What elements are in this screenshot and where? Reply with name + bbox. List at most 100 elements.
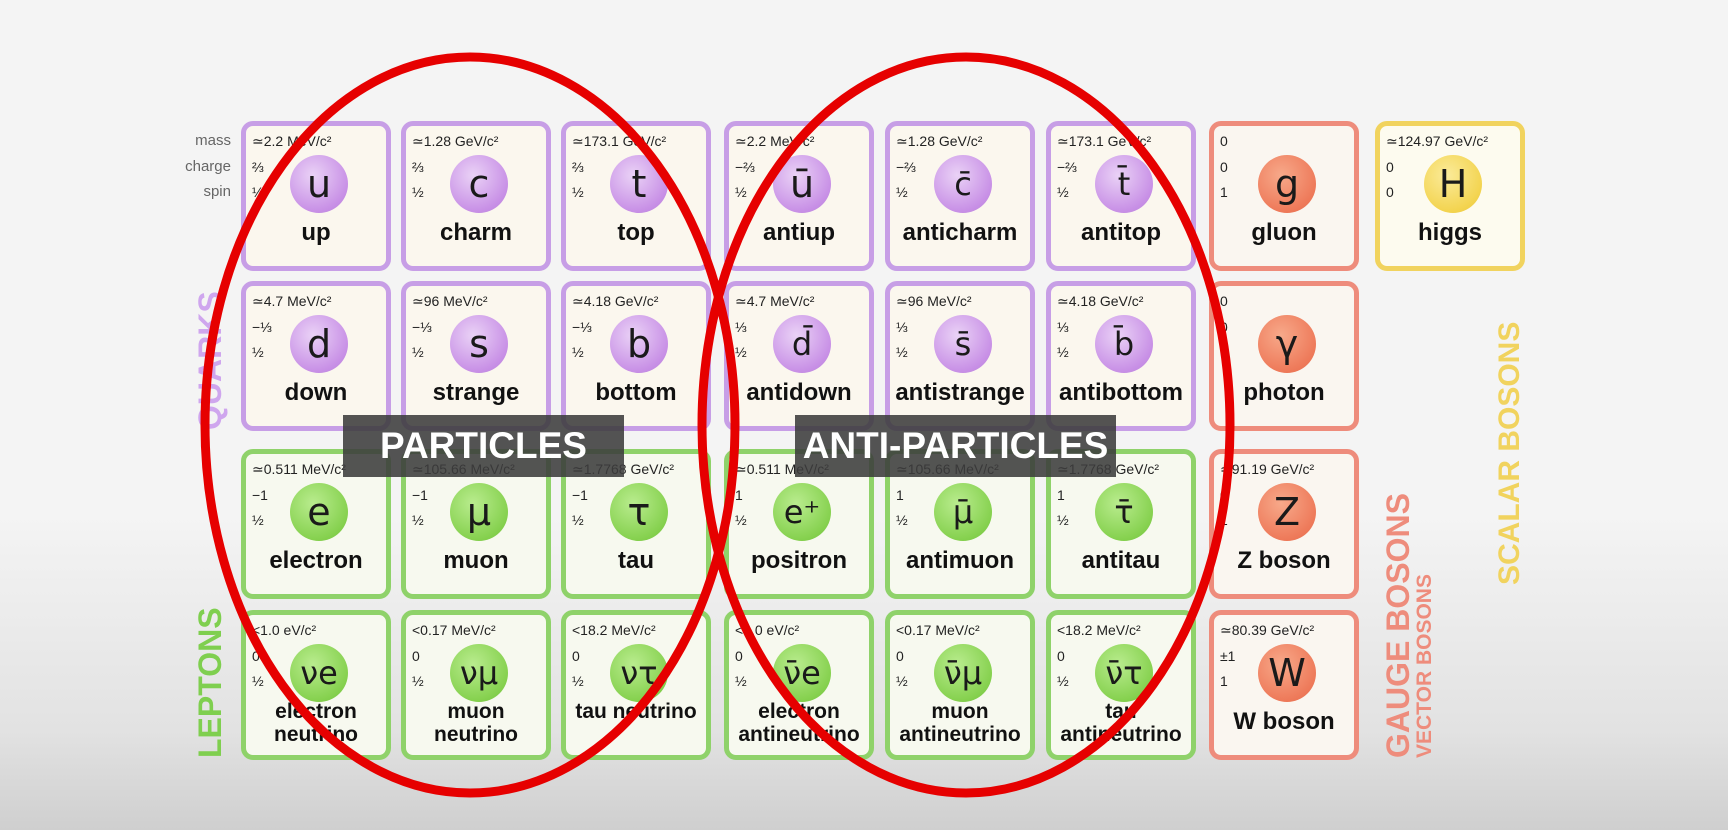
mass-value: ≃2.2 MeV/c²	[735, 133, 815, 149]
mass-value: ≃173.1 GeV/c²	[572, 133, 667, 149]
particle-symbol: νe	[290, 644, 348, 702]
particle-name: tau antineutrino	[1060, 700, 1182, 746]
mass-value: <1.0 eV/c²	[252, 622, 317, 638]
particle-symbol: W	[1258, 644, 1316, 702]
particle-symbol: ν̄μ	[934, 644, 992, 702]
particle-symbol: ν̄τ	[1095, 644, 1153, 702]
mass-value: 0	[1220, 133, 1228, 149]
particle-name: antitau	[1081, 547, 1161, 574]
spin-value: ½	[1057, 673, 1069, 689]
particle-symbol: τ	[610, 483, 668, 541]
particle-symbol: t̄	[1095, 155, 1153, 213]
particle-name: antidown	[746, 379, 852, 406]
particle-symbol: e	[290, 483, 348, 541]
spin-value: 1	[1220, 344, 1228, 360]
charge-value: −⅓	[412, 319, 432, 335]
particle-cell-w-boson: ≃80.39 GeV/c² ±1 1 W W boson	[1209, 610, 1359, 760]
mass-value: <18.2 MeV/c²	[572, 622, 656, 638]
spin-value: ½	[252, 344, 264, 360]
charge-value: 0	[252, 648, 260, 664]
particle-symbol: γ	[1258, 315, 1316, 373]
particle-name: higgs	[1418, 219, 1482, 246]
spin-value: ½	[572, 184, 584, 200]
spin-value: ½	[735, 344, 747, 360]
charge-value: −⅔	[1057, 159, 1077, 175]
mass-value: <0.17 MeV/c²	[896, 622, 980, 638]
charge-value: ⅔	[412, 159, 424, 175]
particle-symbol: u	[290, 155, 348, 213]
particle-symbol: e⁺	[773, 483, 831, 541]
particle-symbol: s	[450, 315, 508, 373]
mass-value: ≃4.18 GeV/c²	[572, 293, 659, 309]
particle-name: antibottom	[1059, 379, 1183, 406]
spin-value: ½	[896, 184, 908, 200]
particle-cell-muon-neutrino: <0.17 MeV/c² 0 ½ νμ muon neutrino	[401, 610, 551, 760]
particle-name: tau	[618, 547, 654, 574]
particle-symbol: μ	[450, 483, 508, 541]
particle-name: antimuon	[906, 547, 1014, 574]
gauge-bosons-label: GAUGE BOSONS	[1380, 493, 1416, 758]
particle-name: muon antineutrino	[899, 700, 1021, 746]
particle-symbol: b̄	[1095, 315, 1153, 373]
particle-name: top	[617, 219, 655, 246]
particle-cell-antibottom: ≃4.18 GeV/c² ⅓ ½ b̄ antibottom	[1046, 281, 1196, 431]
particle-cell-tau-neutrino: <18.2 MeV/c² 0 ½ ντ tau neutrino	[561, 610, 711, 760]
particle-name: tau neutrino	[575, 700, 697, 723]
particle-cell-anticharm: ≃1.28 GeV/c² −⅔ ½ c̄ anticharm	[885, 121, 1035, 271]
spin-value: 1	[1220, 512, 1228, 528]
charge-value: 0	[1220, 319, 1228, 335]
spin-value: ½	[572, 344, 584, 360]
charge-value: 1	[735, 487, 743, 503]
spin-value: ½	[412, 184, 424, 200]
particle-symbol: c̄	[934, 155, 992, 213]
particle-name: muon neutrino	[434, 700, 518, 746]
mass-value: 0	[1220, 293, 1228, 309]
particle-cell-top: ≃173.1 GeV/c² ⅔ ½ t top	[561, 121, 711, 271]
spin-value: ½	[412, 512, 424, 528]
particle-symbol: t	[610, 155, 668, 213]
charge-value: −1	[412, 487, 428, 503]
particle-name: bottom	[595, 379, 677, 406]
spin-value: ½	[1057, 184, 1069, 200]
charge-value: ⅔	[572, 159, 584, 175]
mass-value: ≃96 MeV/c²	[896, 293, 972, 309]
charge-value: 0	[1057, 648, 1065, 664]
spin-value: 1	[1220, 673, 1228, 689]
mass-value: ≃80.39 GeV/c²	[1220, 622, 1315, 638]
particle-cell-tau-antineutrino: <18.2 MeV/c² 0 ½ ν̄τ tau antineutrino	[1046, 610, 1196, 760]
spin-value: ½	[572, 512, 584, 528]
particles-banner: PARTICLES	[343, 415, 624, 477]
charge-value: ⅔	[252, 159, 264, 175]
particle-cell-antitop: ≃173.1 GeV/c² −⅔ ½ t̄ antitop	[1046, 121, 1196, 271]
mass-value: ≃91.19 GeV/c²	[1220, 461, 1315, 477]
charge-value: 0	[1220, 487, 1228, 503]
mass-value: ≃96 MeV/c²	[412, 293, 488, 309]
particle-symbol: c	[450, 155, 508, 213]
vector-bosons-label: VECTOR BOSONS	[1413, 574, 1436, 758]
quarks-label: QUARKS	[192, 291, 228, 430]
charge-value: 0	[412, 648, 420, 664]
spin-value: ½	[735, 184, 747, 200]
mass-value: ≃1.28 GeV/c²	[412, 133, 499, 149]
particle-name: electron neutrino	[274, 700, 358, 746]
mass-value: ≃4.7 MeV/c²	[252, 293, 332, 309]
particle-name: electron	[269, 547, 363, 574]
particle-name: anticharm	[902, 219, 1018, 246]
mass-value: ≃4.18 GeV/c²	[1057, 293, 1144, 309]
particle-symbol: ντ	[610, 644, 668, 702]
particle-cell-higgs: ≃124.97 GeV/c² 0 0 Hhiggs	[1375, 121, 1525, 271]
charge-value: ⅓	[735, 319, 747, 335]
particle-cell-antidown: ≃4.7 MeV/c² ⅓ ½ d̄ antidown	[724, 281, 874, 431]
particle-symbol: Z	[1258, 483, 1316, 541]
particle-symbol: τ̄	[1095, 483, 1153, 541]
mass-value: ≃1.28 GeV/c²	[896, 133, 983, 149]
charge-value: −1	[572, 487, 588, 503]
particle-cell-bottom: ≃4.18 GeV/c² −⅓ ½ b bottom	[561, 281, 711, 431]
mass-value: ≃173.1 GeV/c²	[1057, 133, 1152, 149]
particle-cell-electron-antineutrino: <1.0 eV/c² 0 ½ ν̄e electron antineutrino	[724, 610, 874, 760]
spin-value: ½	[572, 673, 584, 689]
particle-symbol: g	[1258, 155, 1316, 213]
charge-value: −⅓	[252, 319, 272, 335]
spin-value: ½	[735, 512, 747, 528]
spin-value: ½	[412, 344, 424, 360]
